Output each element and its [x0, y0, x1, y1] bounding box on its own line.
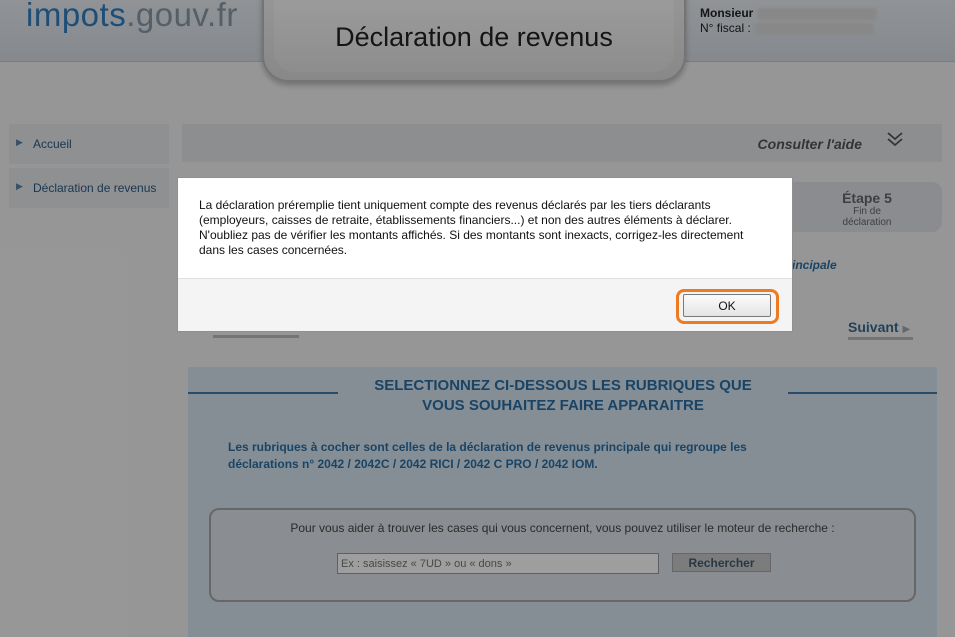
dialog-message: La déclaration préremplie tient uniqueme…: [199, 198, 744, 257]
dialog-footer: OK: [178, 278, 792, 331]
info-dialog: La déclaration préremplie tient uniqueme…: [177, 177, 793, 332]
ok-button[interactable]: OK: [683, 294, 771, 317]
